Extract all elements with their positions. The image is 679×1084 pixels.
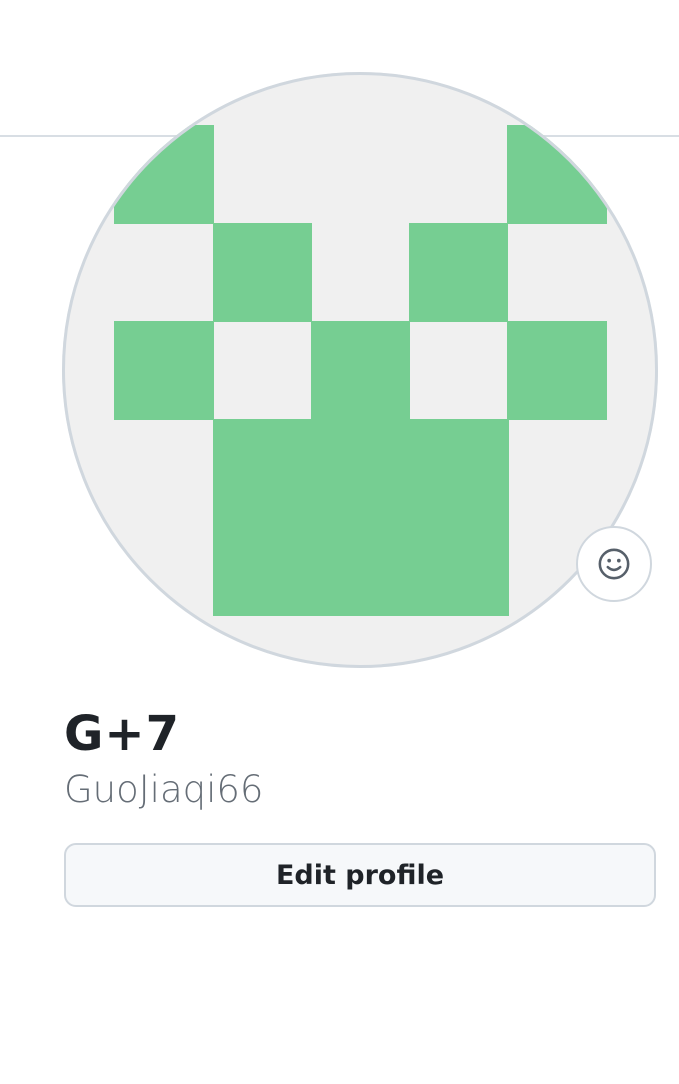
profile-sidebar: G+7 GuoJiaqi66 Edit profile bbox=[0, 0, 679, 1084]
identicon-block bbox=[507, 321, 607, 420]
identicon-block bbox=[409, 223, 508, 322]
identicon-block bbox=[114, 321, 214, 420]
identicon-block bbox=[213, 223, 312, 322]
identicon-block bbox=[114, 125, 214, 224]
avatar[interactable] bbox=[62, 72, 658, 668]
avatar-container bbox=[62, 72, 658, 668]
profile-username: GuoJiaqi66 bbox=[64, 768, 264, 811]
set-status-button[interactable] bbox=[576, 526, 652, 602]
smiley-icon bbox=[598, 548, 630, 580]
identicon-avatar bbox=[114, 125, 607, 616]
profile-display-name: G+7 bbox=[64, 706, 181, 762]
edit-profile-button[interactable]: Edit profile bbox=[64, 843, 656, 907]
identicon-block bbox=[311, 321, 410, 420]
identicon-block bbox=[507, 125, 607, 224]
identicon-block bbox=[213, 419, 509, 616]
